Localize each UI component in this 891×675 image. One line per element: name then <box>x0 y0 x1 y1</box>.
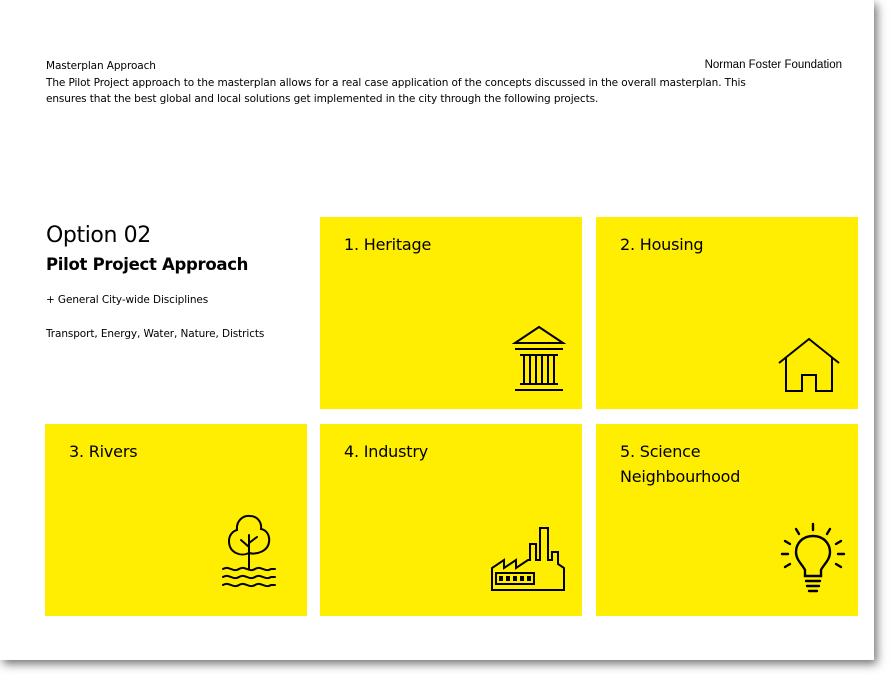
intro-paragraph: The Pilot Project approach to the master… <box>46 77 746 105</box>
header-brand: Norman Foster Foundation <box>704 59 842 71</box>
tree-river-icon <box>222 514 276 588</box>
project-tile-science-neighbourhood: 5. Science Neighbourhood <box>596 424 858 616</box>
classical-building-icon <box>512 325 566 391</box>
disciplines-list: Transport, Energy, Water, Nature, Distri… <box>46 328 265 340</box>
project-tile-housing: 2. Housing <box>596 217 858 409</box>
project-label: 5. Science Neighbourhood <box>620 442 741 486</box>
factory-icon <box>491 527 565 591</box>
document-page: Masterplan Approach Norman Foster Founda… <box>0 0 874 660</box>
project-label: 4. Industry <box>344 442 428 461</box>
header-title: Masterplan Approach <box>46 60 156 72</box>
lightbulb-icon <box>780 522 846 593</box>
project-tile-rivers: 3. Rivers <box>45 424 307 616</box>
option-subtitle: Pilot Project Approach <box>46 255 249 274</box>
project-tile-industry: 4. Industry <box>320 424 582 616</box>
project-tile-heritage: 1. Heritage <box>320 217 582 409</box>
project-label: 1. Heritage <box>344 235 432 254</box>
option-title: Option 02 <box>46 223 151 248</box>
project-label: 2. Housing <box>620 235 704 254</box>
project-label: 3. Rivers <box>69 442 138 461</box>
house-icon <box>778 337 840 392</box>
disciplines-heading: + General City-wide Disciplines <box>46 294 209 306</box>
